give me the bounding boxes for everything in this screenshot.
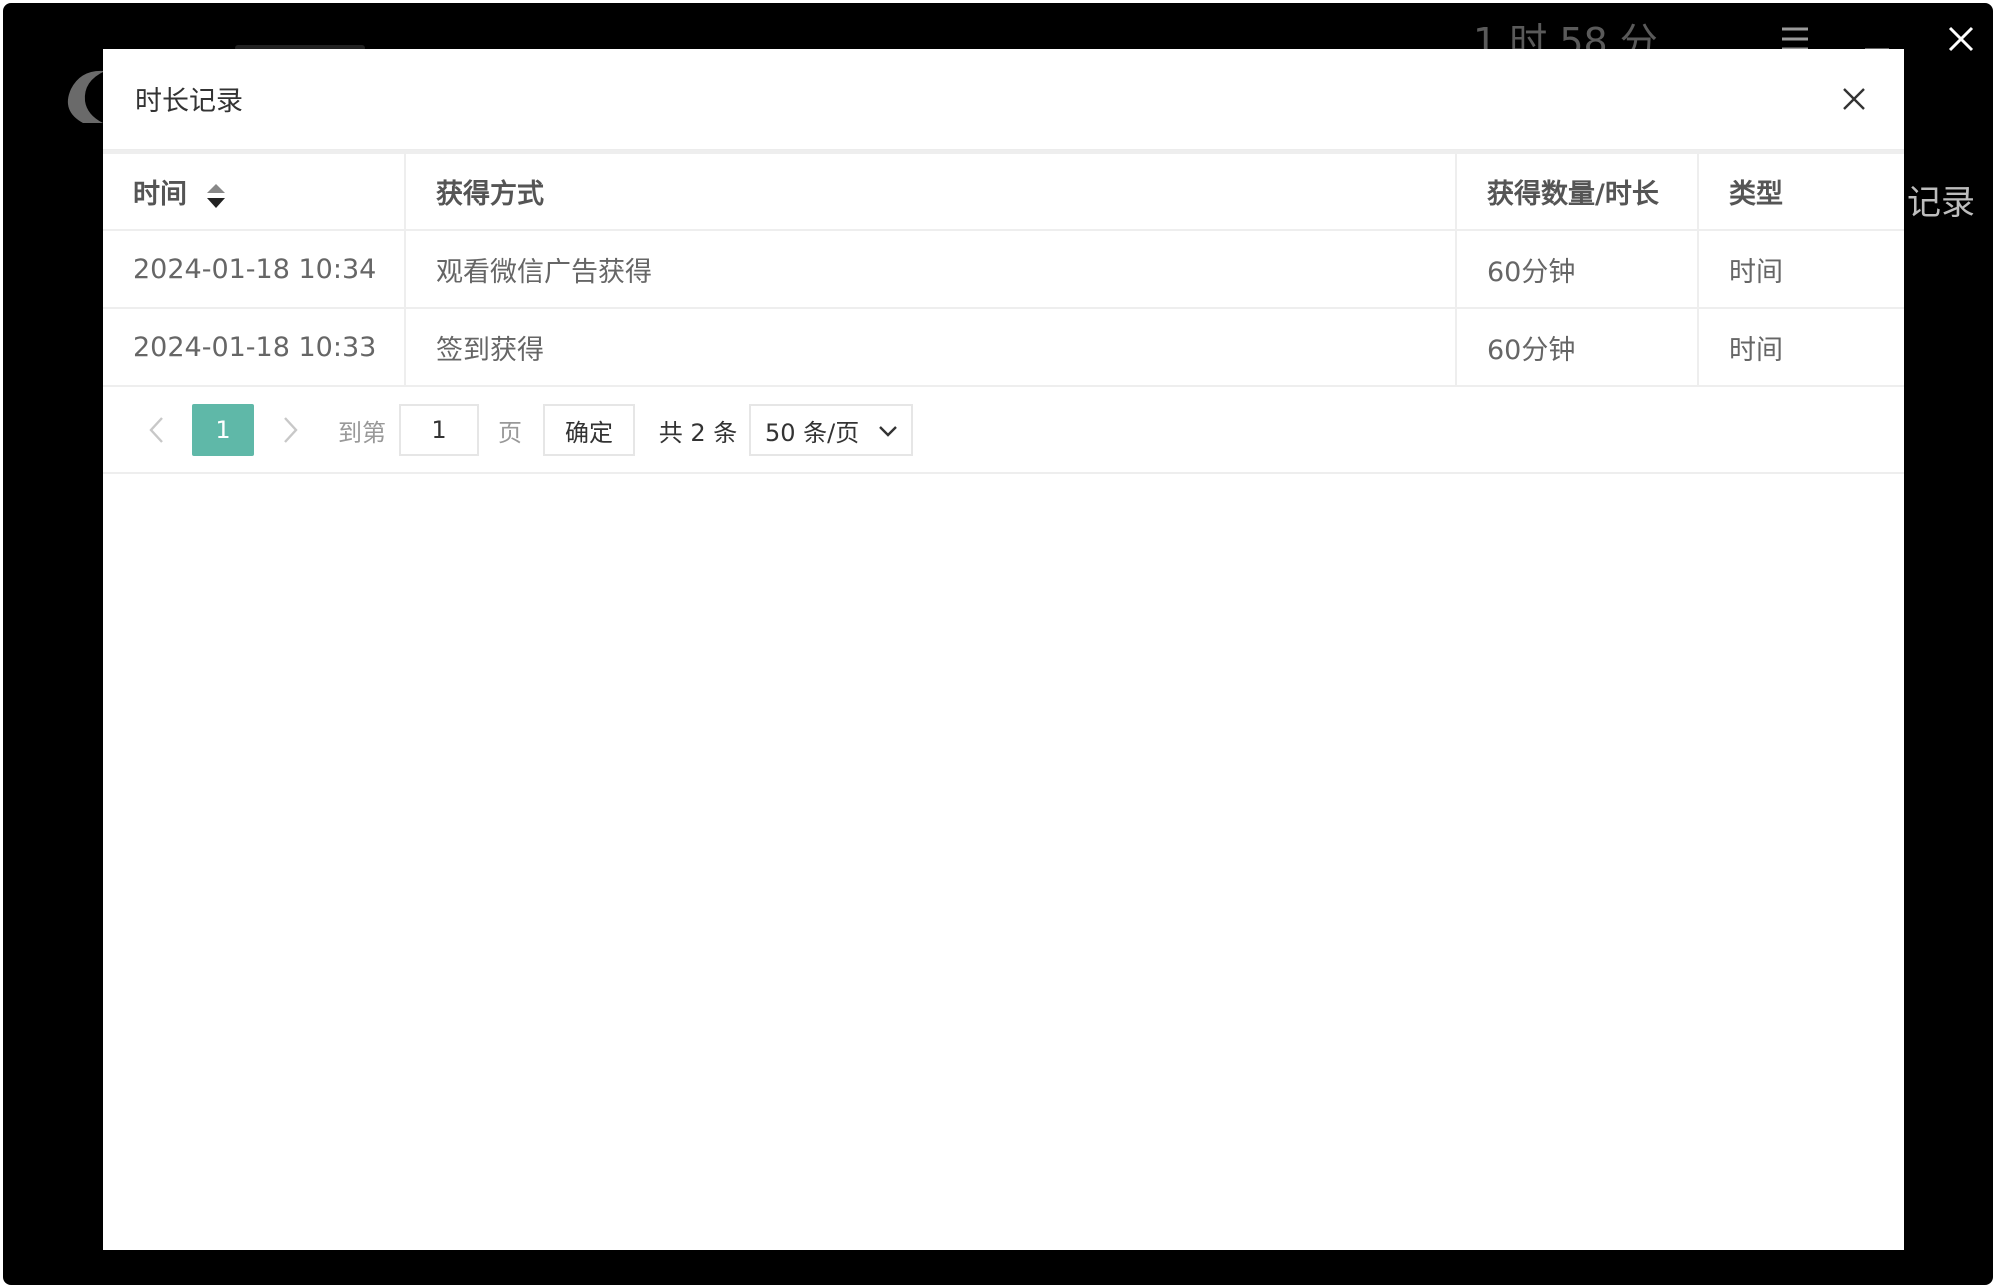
goto-label: 到第: [338, 418, 386, 447]
dialog-close-button[interactable]: [1834, 79, 1874, 119]
close-icon: [1843, 88, 1865, 110]
page-unit-label: 页: [498, 418, 522, 447]
cell-type: 时间: [1698, 230, 1904, 309]
pagination: 1 到第 页 确定 共 2 条 50 条/页: [103, 387, 1904, 474]
table-row: 2024-01-18 10:34 观看微信广告获得 60分钟 时间: [103, 230, 1904, 309]
page-button-current[interactable]: 1: [192, 404, 254, 456]
column-header-method: 获得方式: [405, 150, 1457, 231]
column-header-time[interactable]: 时间: [103, 150, 406, 231]
page-size-select[interactable]: 50 条/页: [749, 404, 913, 456]
page-size-value: 50 条/页: [765, 418, 860, 447]
cell-time: 2024-01-18 10:33: [103, 308, 406, 387]
total-count: 共 2 条: [658, 418, 738, 447]
column-header-type: 类型: [1698, 150, 1904, 231]
close-icon[interactable]: [1939, 17, 1983, 61]
prev-page-button[interactable]: [133, 404, 179, 456]
dialog-header: 时长记录: [103, 49, 1904, 150]
goto-confirm-button[interactable]: 确定: [543, 404, 635, 456]
sort-icon[interactable]: [205, 183, 227, 209]
chevron-left-icon: [149, 417, 163, 443]
chevron-right-icon: [284, 417, 298, 443]
records-table: 时间 获得方式 获得数量/时长 类型 2024-01-18 10:34 观看微信…: [103, 150, 1904, 387]
app-window: 1 时 58 分 记录 时长记录 时间 获得方式 获得数量/时长 类型 2024…: [3, 3, 1993, 1285]
chevron-down-icon: [879, 426, 897, 437]
next-page-button[interactable]: [268, 404, 314, 456]
cell-time: 2024-01-18 10:34: [103, 230, 406, 309]
records-link[interactable]: 记录: [1907, 175, 1975, 224]
dialog-title: 时长记录: [135, 86, 243, 117]
cell-method: 观看微信广告获得: [405, 230, 1457, 309]
table-header-row: 时间 获得方式 获得数量/时长 类型: [103, 150, 1904, 231]
cell-amount: 60分钟: [1456, 308, 1699, 387]
cell-type: 时间: [1698, 308, 1904, 387]
duration-records-dialog: 时长记录 时间 获得方式 获得数量/时长 类型 2024-01-18 10:34…: [103, 49, 1904, 1250]
column-header-amount: 获得数量/时长: [1456, 150, 1699, 231]
cell-method: 签到获得: [405, 308, 1457, 387]
cell-amount: 60分钟: [1456, 230, 1699, 309]
goto-page-input[interactable]: [399, 404, 479, 456]
records-table-wrap: 时间 获得方式 获得数量/时长 类型 2024-01-18 10:34 观看微信…: [103, 150, 1904, 387]
table-row: 2024-01-18 10:33 签到获得 60分钟 时间: [103, 308, 1904, 387]
